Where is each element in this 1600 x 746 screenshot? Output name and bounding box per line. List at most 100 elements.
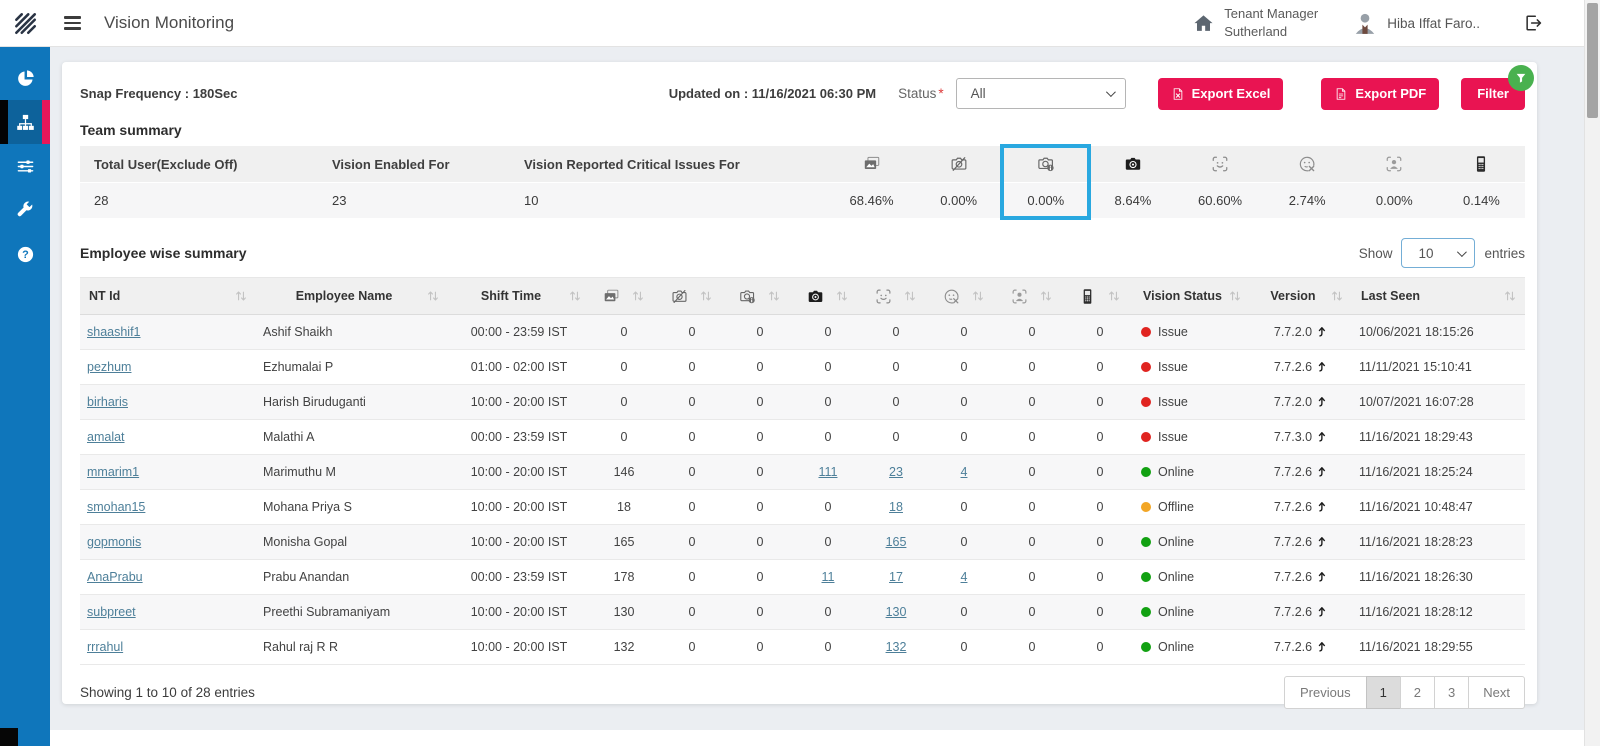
export-excel-button[interactable]: Export Excel (1157, 77, 1284, 110)
nt-id-link[interactable]: gopmonis (87, 535, 141, 549)
page-size-select[interactable]: 10 (1401, 238, 1476, 268)
col-header-last-seen[interactable]: Last Seen (1352, 277, 1525, 315)
metric-link[interactable]: 165 (886, 535, 907, 549)
col-header-camera-off[interactable] (658, 277, 726, 315)
metric-link[interactable]: 18 (889, 500, 903, 514)
summary-value: 0.00% (1002, 183, 1090, 218)
camera-icon (806, 288, 825, 305)
pagination-page-1[interactable]: 1 (1365, 676, 1401, 709)
sliders-icon (16, 157, 35, 176)
metric-link[interactable]: 17 (889, 570, 903, 584)
updated-on-label: Updated on : 11/16/2021 06:30 PM (668, 86, 877, 101)
metric-cell: 0 (930, 419, 998, 455)
app-logo[interactable] (0, 0, 50, 46)
summary-value: 0.00% (915, 183, 1003, 218)
vision-status-cell: Issue (1134, 349, 1250, 385)
nt-id-link[interactable]: rrrahul (87, 640, 123, 654)
nt-id-cell: gopmonis (80, 524, 256, 560)
col-header-shift-time[interactable]: Shift Time (448, 277, 590, 315)
metric-link[interactable]: 4 (961, 570, 968, 584)
metric-cell: 0 (590, 384, 658, 420)
metric-link[interactable]: 23 (889, 465, 903, 479)
nt-id-link[interactable]: subpreet (87, 605, 136, 619)
nt-id-link[interactable]: shaashif1 (87, 325, 141, 339)
sidebar-item-team-monitoring[interactable] (0, 100, 50, 144)
shift-time-cell: 10:00 - 20:00 IST (448, 454, 590, 490)
vision-status-cell: Online (1134, 559, 1250, 595)
version-cell: 7.7.2.0 (1250, 314, 1352, 350)
home-icon (1193, 13, 1214, 34)
nt-id-link[interactable]: amalat (87, 430, 125, 444)
pagination-page-2[interactable]: 2 (1399, 676, 1436, 709)
logout-button[interactable] (1524, 14, 1542, 32)
col-header-nt-id[interactable]: NT Id (80, 277, 256, 315)
nt-id-cell: smohan15 (80, 489, 256, 525)
metric-cell: 0 (658, 349, 726, 385)
pagination-page-3[interactable]: 3 (1434, 676, 1470, 709)
version-upgrade-icon (1315, 640, 1328, 654)
export-pdf-button[interactable]: Export PDF (1321, 77, 1440, 110)
metric-link[interactable]: 11 (822, 570, 835, 584)
status-select[interactable]: All (955, 78, 1126, 109)
metric-link[interactable]: 111 (818, 465, 837, 479)
nt-id-link[interactable]: birharis (87, 395, 128, 409)
scrollbar-thumb[interactable] (1587, 3, 1598, 118)
table-footer: Showing 1 to 10 of 28 entries Previous 1 2… (80, 676, 1525, 709)
status-dot (1141, 327, 1151, 337)
version-cell: 7.7.2.0 (1250, 384, 1352, 420)
metric-cell: 0 (658, 559, 726, 595)
chevron-down-icon (1105, 87, 1116, 98)
col-header-version[interactable]: Version (1250, 277, 1352, 315)
col-header-camera-info[interactable] (726, 277, 794, 315)
col-header-face-issue[interactable] (930, 277, 998, 315)
sidebar-item-tools[interactable] (0, 188, 50, 232)
user-menu[interactable]: Hiba Iffat Faro.. (1352, 10, 1480, 36)
sitemap-icon (16, 113, 35, 132)
metric-cell: 0 (930, 489, 998, 525)
metric-link[interactable]: 4 (961, 465, 968, 479)
funnel-icon (1515, 72, 1527, 84)
face-scan-icon (1210, 155, 1230, 173)
nt-id-link[interactable]: AnaPrabu (87, 570, 143, 584)
filter-button[interactable]: Filter (1461, 64, 1534, 110)
employee-name-cell: Harish Biruduganti (256, 384, 448, 420)
nt-id-link[interactable]: smohan15 (87, 500, 145, 514)
vision-status-cell: Issue (1134, 419, 1250, 455)
sidebar-item-help[interactable] (0, 232, 50, 276)
col-header-vision-status[interactable]: Vision Status (1134, 277, 1250, 315)
metric-cell: 130 (862, 594, 930, 630)
menu-toggle-icon[interactable] (64, 16, 81, 30)
col-header-photos[interactable] (590, 277, 658, 315)
version-upgrade-icon (1315, 360, 1328, 374)
pdf-file-icon (1334, 87, 1348, 101)
col-header-mobile[interactable] (1066, 277, 1134, 315)
sidebar-item-dashboard[interactable] (0, 56, 50, 100)
pagination-next[interactable]: Next (1468, 676, 1525, 709)
metric-cell: 0 (658, 594, 726, 630)
team-summary-col-face-scan: 60.60% (1176, 146, 1264, 218)
col-header-employee-name[interactable]: Employee Name (256, 277, 448, 315)
sort-icon (1106, 289, 1122, 303)
sort-icon (233, 289, 249, 303)
metric-cell: 0 (998, 594, 1066, 630)
required-mark: * (938, 86, 944, 101)
metric-cell: 0 (658, 314, 726, 350)
table-row: birharis Harish Biruduganti 10:00 - 20:00 … (80, 384, 1525, 420)
scrollbar[interactable] (1584, 0, 1600, 746)
tenant-info[interactable]: Tenant Manager Sutherland (1193, 5, 1318, 40)
column-header (1176, 146, 1264, 183)
pagination-previous[interactable]: Previous (1283, 676, 1367, 709)
col-header-camera[interactable] (794, 277, 862, 315)
nt-id-link[interactable]: mmarim1 (87, 465, 139, 479)
col-header-person-detect[interactable] (998, 277, 1066, 315)
sidebar-item-configuration[interactable] (0, 144, 50, 188)
version-upgrade-icon (1315, 325, 1328, 339)
last-seen-cell: 11/11/2021 15:10:41 (1352, 349, 1525, 385)
vision-status-cell: Online (1134, 594, 1250, 630)
metric-link[interactable]: 132 (886, 640, 907, 654)
nt-id-link[interactable]: pezhum (87, 360, 131, 374)
bottom-left-block (0, 728, 18, 746)
metric-link[interactable]: 130 (886, 605, 907, 619)
metric-cell: 0 (1066, 384, 1134, 420)
col-header-face-scan[interactable] (862, 277, 930, 315)
